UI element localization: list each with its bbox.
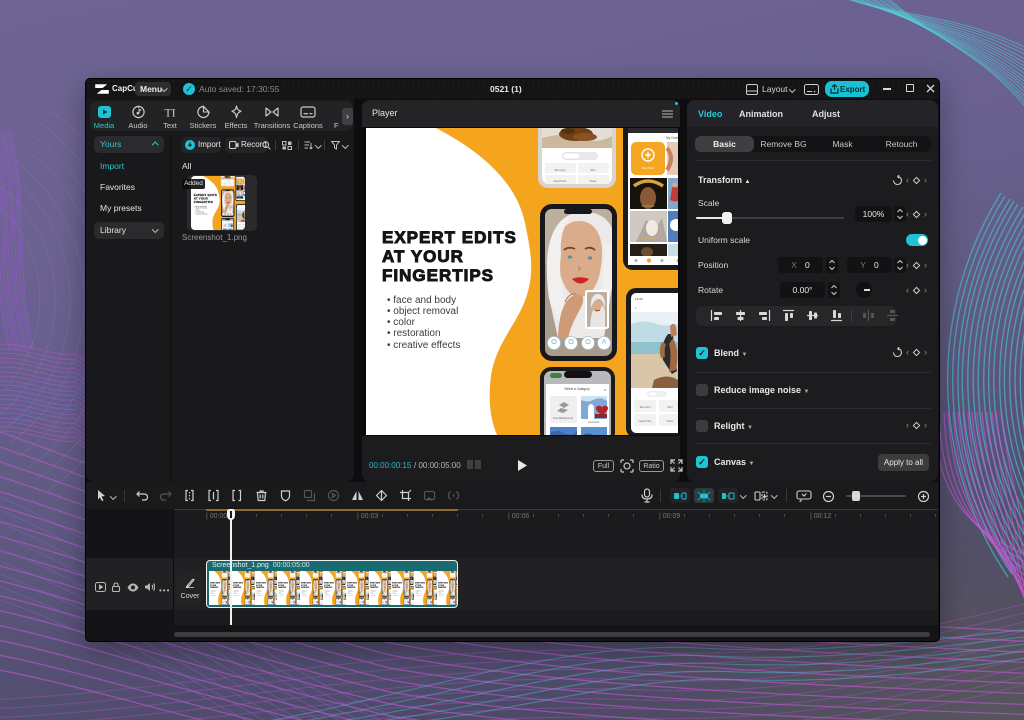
svg-text:TI: TI bbox=[164, 106, 175, 120]
